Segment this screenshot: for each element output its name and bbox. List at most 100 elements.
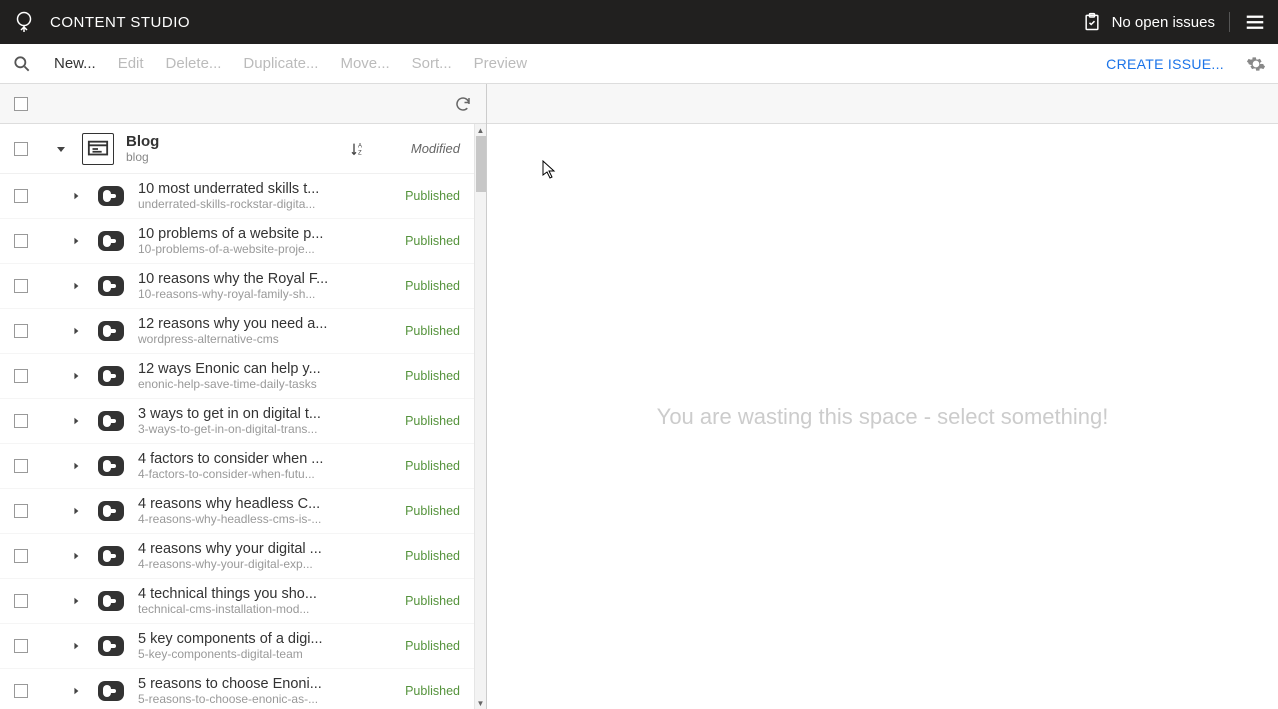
row-path: wordpress-alternative-cms [138, 332, 400, 346]
gear-icon[interactable] [1246, 54, 1266, 74]
row-checkbox[interactable] [14, 459, 28, 473]
expand-caret-icon[interactable] [72, 597, 82, 605]
row-status: Published [400, 549, 460, 563]
row-path: 10-reasons-why-royal-family-sh... [138, 287, 400, 301]
scrollbar[interactable]: ▲ ▼ [474, 124, 486, 709]
row-checkbox[interactable] [14, 324, 28, 338]
svg-text:Z: Z [358, 150, 362, 156]
post-icon [96, 679, 126, 703]
row-path: underrated-skills-rockstar-digita... [138, 197, 400, 211]
tree-row[interactable]: 10 reasons why the Royal F... 10-reasons… [0, 264, 474, 309]
scroll-up-icon[interactable]: ▲ [475, 124, 486, 136]
preview-button[interactable]: Preview [474, 55, 527, 72]
row-path: enonic-help-save-time-daily-tasks [138, 377, 400, 391]
select-all-checkbox[interactable] [14, 97, 28, 111]
delete-button[interactable]: Delete... [166, 55, 222, 72]
tree-row[interactable]: 10 problems of a website p... 10-problem… [0, 219, 474, 264]
row-path: 4-reasons-why-headless-cms-is-... [138, 512, 400, 526]
expand-caret-icon[interactable] [72, 552, 82, 560]
tree-row[interactable]: 4 technical things you sho... technical-… [0, 579, 474, 624]
expand-caret-icon[interactable] [72, 642, 82, 650]
row-path: 4-reasons-why-your-digital-exp... [138, 557, 400, 571]
row-checkbox[interactable] [14, 414, 28, 428]
edit-button[interactable]: Edit [118, 55, 144, 72]
row-status: Published [400, 504, 460, 518]
create-issue-button[interactable]: CREATE ISSUE... [1106, 56, 1224, 72]
post-icon [96, 184, 126, 208]
tree-row[interactable]: 10 most underrated skills t... underrate… [0, 174, 474, 219]
scroll-down-icon[interactable]: ▼ [475, 697, 486, 709]
expand-caret-icon[interactable] [72, 327, 82, 335]
row-title: 10 reasons why the Royal F... [138, 271, 400, 287]
tree-row[interactable]: 5 key components of a digi... 5-key-comp… [0, 624, 474, 669]
post-icon [96, 364, 126, 388]
row-title: 5 key components of a digi... [138, 631, 400, 647]
tree-row[interactable]: 12 reasons why you need a... wordpress-a… [0, 309, 474, 354]
sort-alpha-icon[interactable]: A Z [350, 141, 366, 157]
row-checkbox[interactable] [14, 234, 28, 248]
expand-caret-icon[interactable] [72, 237, 82, 245]
expand-caret-icon[interactable] [72, 282, 82, 290]
row-path: 3-ways-to-get-in-on-digital-trans... [138, 422, 400, 436]
post-icon [96, 409, 126, 433]
post-icon [96, 319, 126, 343]
duplicate-button[interactable]: Duplicate... [243, 55, 318, 72]
app-title: CONTENT STUDIO [50, 14, 190, 31]
svg-text:A: A [358, 143, 362, 149]
row-checkbox[interactable] [14, 639, 28, 653]
post-icon [96, 589, 126, 613]
row-title: 12 reasons why you need a... [138, 316, 400, 332]
post-icon [96, 274, 126, 298]
expand-caret-icon[interactable] [72, 417, 82, 425]
move-button[interactable]: Move... [340, 55, 389, 72]
tree-row[interactable]: 12 ways Enonic can help y... enonic-help… [0, 354, 474, 399]
expand-caret-icon[interactable] [72, 372, 82, 380]
row-checkbox[interactable] [14, 594, 28, 608]
expand-caret-icon[interactable] [72, 687, 82, 695]
row-status: Published [400, 369, 460, 383]
row-checkbox[interactable] [14, 369, 28, 383]
post-icon [96, 499, 126, 523]
tree-row[interactable]: 3 ways to get in on digital t... 3-ways-… [0, 399, 474, 444]
collapse-caret-icon[interactable] [56, 144, 68, 154]
row-checkbox[interactable] [14, 279, 28, 293]
sort-button[interactable]: Sort... [412, 55, 452, 72]
tree-row[interactable]: 4 reasons why headless C... 4-reasons-wh… [0, 489, 474, 534]
scroll-thumb[interactable] [476, 136, 486, 192]
refresh-icon[interactable] [454, 95, 472, 113]
post-icon [96, 634, 126, 658]
row-checkbox[interactable] [14, 142, 28, 156]
row-status: Published [400, 594, 460, 608]
row-checkbox[interactable] [14, 549, 28, 563]
post-icon [96, 544, 126, 568]
menu-icon[interactable] [1244, 11, 1266, 33]
new-button[interactable]: New... [54, 55, 96, 72]
row-status: Published [400, 189, 460, 203]
row-checkbox[interactable] [14, 189, 28, 203]
row-status: Published [400, 459, 460, 473]
expand-caret-icon[interactable] [72, 192, 82, 200]
row-status: Modified [400, 141, 460, 156]
expand-caret-icon[interactable] [72, 462, 82, 470]
row-status: Published [400, 324, 460, 338]
row-checkbox[interactable] [14, 504, 28, 518]
row-status: Published [400, 414, 460, 428]
expand-caret-icon[interactable] [72, 507, 82, 515]
tree-row[interactable]: 4 factors to consider when ... 4-factors… [0, 444, 474, 489]
row-status: Published [400, 684, 460, 698]
row-path: blog [126, 150, 350, 164]
issues-label: No open issues [1112, 14, 1215, 31]
row-title: Blog [126, 133, 350, 150]
tree-root-row[interactable]: Blog blog A Z Modified [0, 124, 474, 174]
tree-row[interactable]: 4 reasons why your digital ... 4-reasons… [0, 534, 474, 579]
search-icon[interactable] [12, 54, 32, 74]
row-status: Published [400, 639, 460, 653]
row-path: 5-key-components-digital-team [138, 647, 400, 661]
row-title: 10 problems of a website p... [138, 226, 400, 242]
tree-row[interactable]: 5 reasons to choose Enoni... 5-reasons-t… [0, 669, 474, 709]
preview-panel: You are wasting this space - select some… [487, 84, 1278, 709]
site-icon [82, 133, 114, 165]
issues-button[interactable]: No open issues [1082, 12, 1230, 32]
row-checkbox[interactable] [14, 684, 28, 698]
preview-toolbar [487, 84, 1278, 124]
